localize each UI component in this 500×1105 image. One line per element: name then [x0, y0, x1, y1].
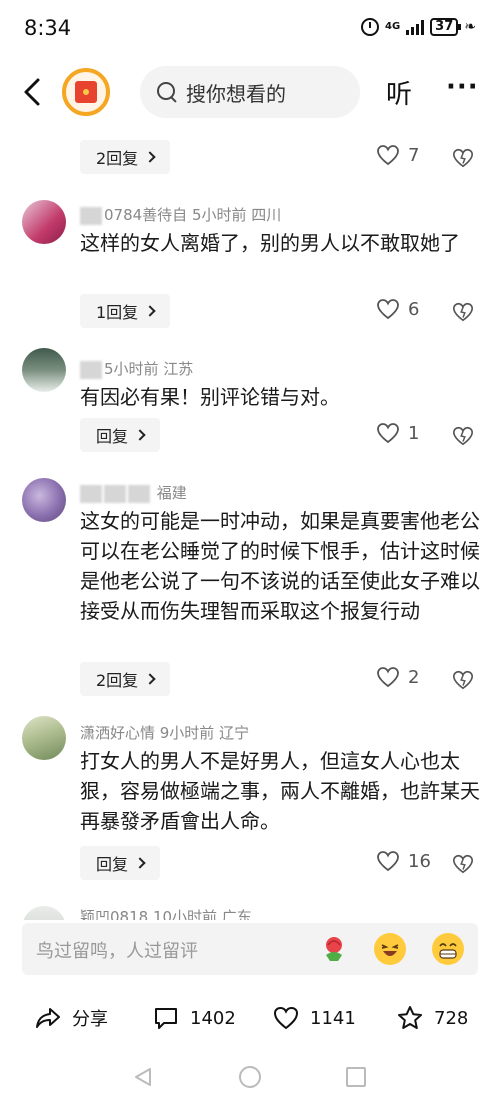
- like-button[interactable]: 2: [376, 666, 419, 688]
- chevron-right-icon: [144, 673, 156, 685]
- avatar[interactable]: [22, 348, 66, 392]
- avatar[interactable]: [22, 200, 66, 244]
- back-icon: [24, 78, 40, 106]
- share-icon: [36, 1008, 60, 1028]
- reply-button[interactable]: 回复: [80, 418, 161, 452]
- nav-back-icon[interactable]: [132, 1066, 154, 1088]
- comment-text: 这样的女人离婚了，别的男人以不敢取她了: [80, 231, 460, 255]
- share-button[interactable]: 分享: [34, 1004, 108, 1032]
- blurred-username: [80, 484, 102, 503]
- heart-icon: [377, 851, 399, 872]
- nav-home-icon[interactable]: [239, 1066, 261, 1088]
- chevron-right-icon: [144, 305, 156, 317]
- blurred-username: [80, 360, 102, 379]
- like-button[interactable]: 1: [376, 422, 419, 444]
- status-bar: 8:34 4G 37 ❧: [0, 0, 500, 56]
- reply-button[interactable]: 2回复: [80, 140, 171, 174]
- status-icons: 4G 37 ❧: [361, 18, 476, 36]
- reply-label: 2回复: [96, 671, 139, 690]
- like-button[interactable]: 6: [376, 298, 419, 320]
- comment-count-button[interactable]: 1402: [152, 1004, 236, 1032]
- search-placeholder: 搜你想看的: [186, 81, 286, 106]
- dislike-icon[interactable]: [452, 147, 474, 169]
- laugh-emoji[interactable]: [374, 933, 406, 965]
- comment-input[interactable]: 鸟过留鸣，人过留评: [22, 923, 478, 975]
- comment-meta: 福建: [80, 482, 187, 503]
- alarm-icon: [361, 18, 379, 36]
- chevron-right-icon: [134, 857, 146, 869]
- reply-label: 回复: [96, 855, 129, 874]
- dislike-icon[interactable]: [452, 301, 474, 323]
- header: 搜你想看的 听 ···: [0, 60, 500, 124]
- nav-recent-icon[interactable]: [346, 1067, 366, 1087]
- dislike-icon[interactable]: [452, 425, 474, 447]
- listen-button[interactable]: 听: [386, 74, 412, 111]
- red-packet-icon: [75, 81, 97, 103]
- like-count: 1: [408, 422, 420, 444]
- comment-icon: [155, 1008, 177, 1029]
- comment-meta: 颖凹0818 10小时前 广东: [80, 908, 252, 920]
- heart-icon: [377, 299, 399, 320]
- status-time: 8:34: [24, 16, 72, 40]
- like-count: 1141: [310, 1007, 356, 1029]
- reply-label: 2回复: [96, 149, 139, 168]
- reply-button[interactable]: 1回复: [80, 294, 171, 328]
- avatar[interactable]: [22, 906, 66, 920]
- system-nav-bar: [0, 1058, 500, 1098]
- comment-meta: 5小时前 江苏: [80, 358, 193, 379]
- heart-icon: [377, 423, 399, 444]
- app-logo[interactable]: [62, 68, 110, 116]
- chevron-right-icon: [144, 151, 156, 163]
- heart-icon: [377, 667, 399, 688]
- back-button[interactable]: [18, 76, 48, 108]
- like-count: 6: [408, 298, 420, 320]
- reply-label: 1回复: [96, 303, 139, 322]
- battery-icon: 37: [430, 18, 462, 36]
- like-button[interactable]: 7: [376, 144, 419, 166]
- dislike-icon[interactable]: [452, 853, 474, 875]
- reply-button[interactable]: 2回复: [80, 662, 171, 696]
- reply-button[interactable]: 回复: [80, 846, 161, 880]
- comment-count: 1402: [190, 1007, 236, 1029]
- like-count: 7: [408, 144, 420, 166]
- rose-emoji[interactable]: [318, 933, 350, 965]
- action-bar: 分享 1402 1141 728: [0, 998, 500, 1042]
- avatar[interactable]: [22, 716, 66, 760]
- comment-list[interactable]: 2回复 7 0784善待自 5小时前 四川 这样的女人离婚了，别的男人以不敢取她…: [0, 130, 500, 920]
- comment-meta: 潇洒好心情 9小时前 辽宁: [80, 724, 250, 742]
- favorite-button[interactable]: 728: [396, 1004, 468, 1032]
- dislike-icon[interactable]: [452, 669, 474, 691]
- like-count-button[interactable]: 1141: [272, 1004, 356, 1032]
- grin-emoji[interactable]: [432, 933, 464, 965]
- chevron-right-icon: [134, 429, 146, 441]
- reply-label: 回复: [96, 427, 129, 446]
- signal-icon: [406, 19, 425, 35]
- share-label: 分享: [72, 1009, 108, 1030]
- network-label: 4G: [385, 21, 401, 32]
- avatar[interactable]: [22, 478, 66, 522]
- more-button[interactable]: ···: [446, 72, 479, 102]
- favorite-count: 728: [434, 1007, 469, 1029]
- search-icon: [156, 81, 178, 103]
- comment-text: 打女人的男人不是好男人，但這女人心也太狠，容易做極端之事，兩人不離婚，也許某天再…: [80, 749, 480, 833]
- search-box[interactable]: 搜你想看的: [140, 66, 360, 118]
- comment-text: 这女的可能是一时冲动，如果是真要害他老公可以在老公睡觉了的时候下恨手，估计这时候…: [80, 509, 480, 623]
- like-count: 16: [408, 850, 431, 872]
- blurred-username: [80, 206, 102, 225]
- comment-text: 有因必有果！别评论错与对。: [80, 385, 340, 409]
- star-icon: [398, 1006, 422, 1029]
- leaf-icon: ❧: [464, 19, 476, 35]
- like-count: 2: [408, 666, 420, 688]
- comment-meta: 0784善待自 5小时前 四川: [80, 204, 281, 225]
- heart-icon: [273, 1006, 299, 1030]
- comment-input-placeholder: 鸟过留鸣，人过留评: [36, 941, 198, 962]
- heart-icon: [377, 145, 399, 166]
- like-button[interactable]: 16: [376, 850, 431, 872]
